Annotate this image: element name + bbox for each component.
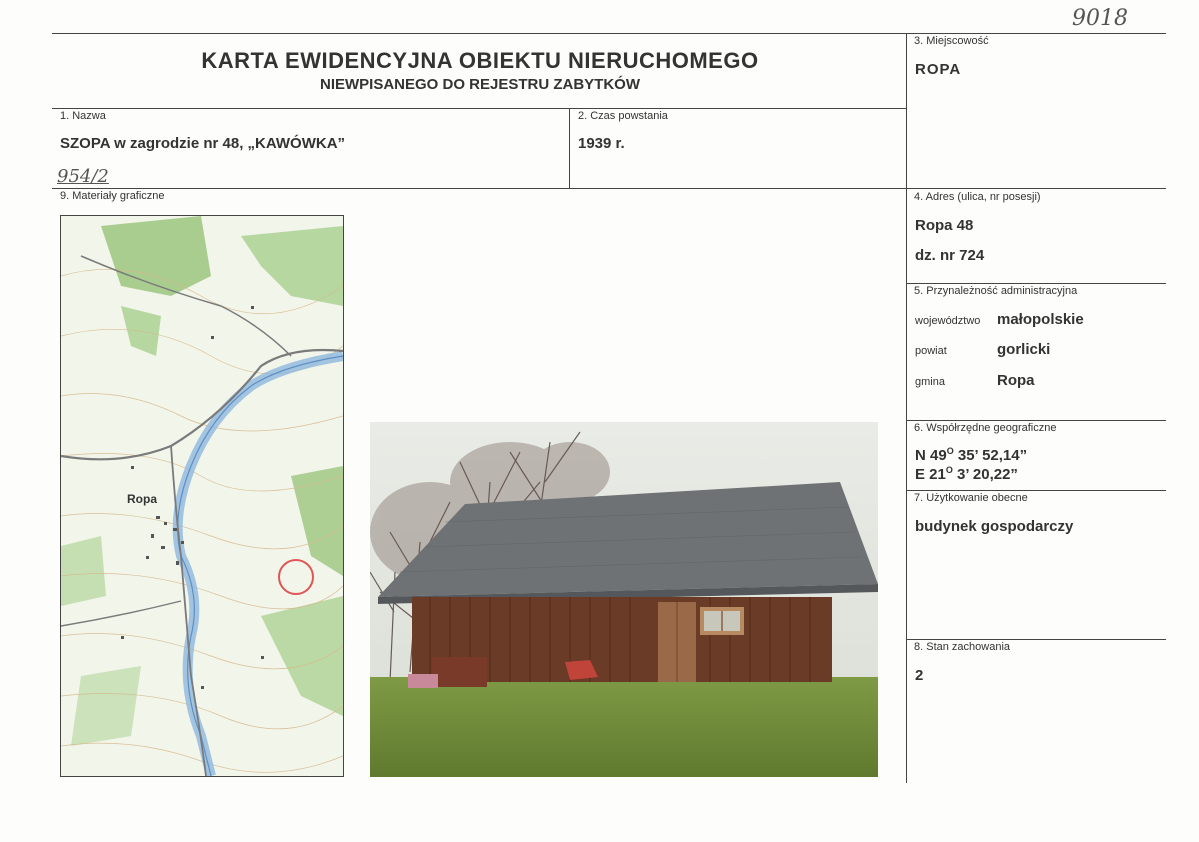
coords-bottom-border: [906, 490, 1166, 491]
title-bottom-border: [52, 108, 906, 109]
field-7-label: 7. Użytkowanie obecne: [914, 492, 1028, 504]
handwritten-inventory-number: 9018: [1072, 6, 1128, 31]
admin-bottom-border: [906, 420, 1166, 421]
field-7-value: budynek gospodarczy: [915, 518, 1074, 535]
field-3-value: ROPA: [915, 61, 962, 78]
map-graphic: [61, 216, 343, 776]
longitude-value: E 21O 3’ 20,22”: [915, 465, 1018, 483]
right-column-divider: [906, 33, 907, 783]
latitude-degree-mark: O: [946, 446, 954, 456]
latitude-value: N 49O 35’ 52,14”: [915, 446, 1027, 464]
commune-label: gmina: [915, 376, 945, 388]
voivodeship-value: małopolskie: [997, 311, 1084, 328]
usage-bottom-border: [906, 639, 1166, 640]
field-9-label: 9. Materiały graficzne: [60, 190, 165, 202]
longitude-prefix: E 21: [915, 466, 946, 483]
voivodeship-label: województwo: [915, 315, 981, 327]
county-label: powiat: [915, 345, 947, 357]
county-value: gorlicki: [997, 341, 1051, 358]
address-bottom-border: [906, 283, 1166, 284]
card-subtitle: NIEWPISANEGO DO REJESTRU ZABYTKÓW: [319, 76, 641, 93]
top-border: [52, 33, 1166, 34]
longitude-rest: 3’ 20,22”: [952, 466, 1018, 483]
photo-graphic: [370, 422, 878, 777]
field-8-label: 8. Stan zachowania: [914, 641, 1011, 653]
field-2-value: 1939 r.: [578, 135, 625, 152]
handwritten-reference-number: 954/2: [57, 166, 109, 187]
commune-value: Ropa: [997, 372, 1035, 389]
field-3-label: 3. Miejscowość: [914, 35, 989, 47]
field-4-plot: dz. nr 724: [915, 247, 985, 264]
name-date-divider: [569, 108, 570, 188]
field-4-label: 4. Adres (ulica, nr posesji): [914, 191, 1041, 203]
latitude-rest: 35’ 52,14”: [953, 447, 1028, 464]
field-5-label: 5. Przynależność administracyjna: [914, 285, 1078, 297]
longitude-degree-mark: O: [945, 465, 953, 475]
field-1-value: SZOPA w zagrodzie nr 48, „KAWÓWKA”: [60, 135, 346, 152]
latitude-prefix: N 49: [915, 447, 947, 464]
field-8-value: 2: [915, 667, 924, 684]
card-title: KARTA EWIDENCYJNA OBIEKTU NIERUCHOMEGO: [201, 48, 759, 73]
location-map: Ropa: [60, 215, 344, 777]
row1-bottom-border: [52, 188, 1166, 189]
field-6-label: 6. Współrzędne geograficzne: [914, 422, 1057, 434]
field-1-label: 1. Nazwa: [60, 110, 106, 122]
barn-photograph: [370, 422, 878, 777]
map-town-label: Ropa: [127, 492, 157, 506]
field-2-label: 2. Czas powstania: [578, 110, 668, 122]
field-4-address: Ropa 48: [915, 217, 974, 234]
